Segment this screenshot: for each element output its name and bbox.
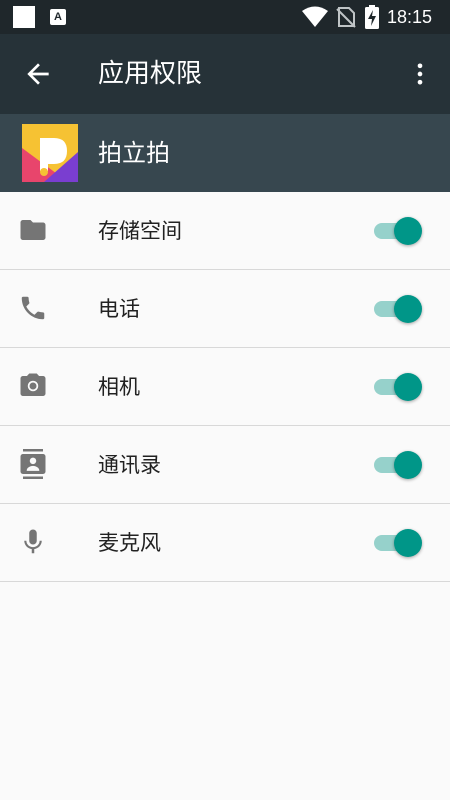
microphone-toggle[interactable] xyxy=(372,527,424,559)
white-square-notification-icon xyxy=(13,6,35,28)
toggle-thumb xyxy=(394,217,422,245)
app-logo-icon xyxy=(22,124,78,182)
a-notification-icon: A xyxy=(50,9,66,25)
toggle-thumb xyxy=(394,373,422,401)
wifi-icon xyxy=(302,6,328,27)
camera-icon xyxy=(20,373,46,396)
permission-label: 电话 xyxy=(98,297,140,321)
contacts-icon xyxy=(20,449,46,479)
app-name: 拍立拍 xyxy=(98,139,170,167)
app-bar: 应用权限 xyxy=(0,34,450,114)
camera-toggle[interactable] xyxy=(372,371,424,403)
status-bar: A 18:15 xyxy=(0,0,450,34)
permission-row-microphone[interactable]: 麦克风 xyxy=(0,504,450,582)
toggle-thumb xyxy=(394,451,422,479)
arrow-back-icon[interactable] xyxy=(22,58,54,90)
battery-charging-icon xyxy=(365,5,379,29)
phone-icon xyxy=(21,296,45,320)
permission-row-storage[interactable]: 存储空间 xyxy=(0,192,450,270)
microphone-icon xyxy=(24,529,42,554)
app-header: 拍立拍 xyxy=(0,114,450,192)
permission-row-camera[interactable]: 相机 xyxy=(0,348,450,426)
folder-icon xyxy=(20,220,46,240)
page-title: 应用权限 xyxy=(98,59,203,89)
contacts-toggle[interactable] xyxy=(372,449,424,481)
permission-label: 存储空间 xyxy=(98,219,182,243)
no-sim-icon xyxy=(336,7,356,28)
status-time: 18:15 xyxy=(387,7,433,27)
permission-label: 相机 xyxy=(98,375,140,399)
permission-row-phone[interactable]: 电话 xyxy=(0,270,450,348)
permission-label: 通讯录 xyxy=(98,453,161,477)
storage-toggle[interactable] xyxy=(372,215,424,247)
permission-row-contacts[interactable]: 通讯录 xyxy=(0,426,450,504)
toggle-thumb xyxy=(394,529,422,557)
toggle-thumb xyxy=(394,295,422,323)
permission-label: 麦克风 xyxy=(98,531,161,555)
more-vert-icon[interactable] xyxy=(406,58,434,90)
phone-toggle[interactable] xyxy=(372,293,424,325)
permission-list: 存储空间 电话 相机 通讯录 麦克风 xyxy=(0,192,450,582)
